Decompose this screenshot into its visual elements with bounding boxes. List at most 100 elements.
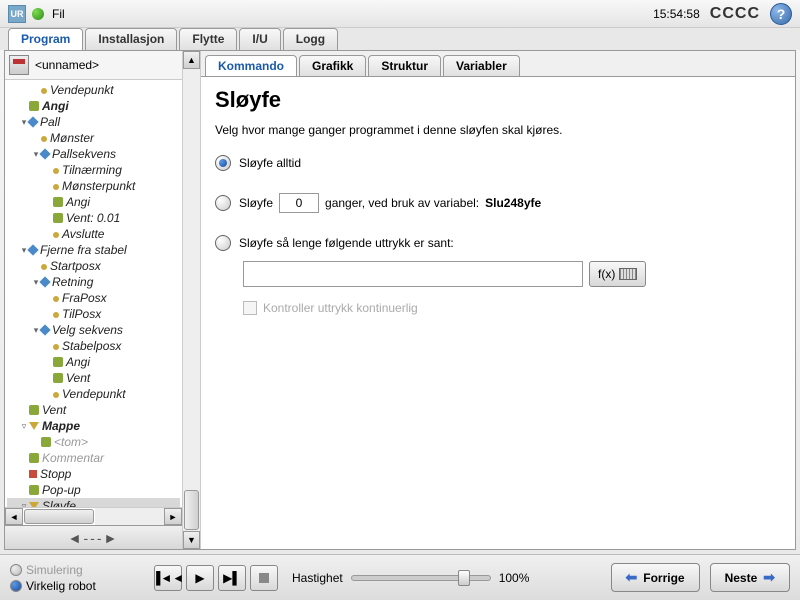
node-icon (53, 184, 59, 190)
tree-node[interactable]: Mønsterpunkt (7, 178, 180, 194)
scroll-left-icon[interactable]: ◄ (5, 508, 23, 525)
tree-node[interactable]: Stopp (7, 466, 180, 482)
expression-input[interactable] (243, 261, 583, 287)
tree-node[interactable]: ▾Retning (7, 274, 180, 290)
tree-node[interactable]: Vendepunkt (7, 82, 180, 98)
subtab-structure[interactable]: Struktur (368, 55, 441, 76)
tree-node[interactable]: Vent (7, 370, 180, 386)
loop-always-row[interactable]: Sløyfe alltid (215, 155, 781, 171)
tree-node[interactable]: ▿Mappe (7, 418, 180, 434)
radio-loop-expr[interactable] (215, 235, 231, 251)
node-label: Vent: 0.01 (66, 211, 120, 225)
node-icon (53, 373, 63, 383)
tree-node[interactable]: ▾Pallsekvens (7, 146, 180, 162)
subtab-command[interactable]: Kommando (205, 55, 297, 76)
tree-nav[interactable]: ◄---► (5, 525, 182, 549)
tree-node[interactable]: Angi (7, 98, 180, 114)
node-icon (29, 405, 39, 415)
tree-node[interactable]: Vendepunkt (7, 386, 180, 402)
scroll-up-icon[interactable]: ▲ (183, 51, 200, 69)
sim-option[interactable]: Simulering (10, 563, 140, 577)
tree-node[interactable]: Stabelposx (7, 338, 180, 354)
slider-handle[interactable] (458, 570, 470, 586)
node-label: Startposx (50, 259, 101, 273)
tree-node[interactable]: Pop-up (7, 482, 180, 498)
next-button[interactable]: Neste➡ (710, 563, 790, 592)
rewind-icon: ▐◄◄ (152, 571, 184, 585)
h-scrollbar[interactable]: ◄ ► (5, 507, 182, 525)
radio-loop-always[interactable] (215, 155, 231, 171)
transport: ▐◄◄ ▶ ▶▌ (154, 565, 278, 591)
node-icon (27, 116, 38, 127)
speed-slider[interactable] (351, 575, 491, 581)
status-dot-icon (32, 8, 44, 20)
tree-node[interactable]: TilPosx (7, 306, 180, 322)
tree-node[interactable]: Tilnærming (7, 162, 180, 178)
tab-program[interactable]: Program (8, 28, 83, 50)
tree-node[interactable]: ▾Pall (7, 114, 180, 130)
tree-node[interactable]: Vent: 0.01 (7, 210, 180, 226)
scroll-thumb-v[interactable] (184, 490, 199, 530)
prev-button[interactable]: ⬅Forrige (611, 563, 700, 592)
node-icon (53, 168, 59, 174)
tree-node[interactable]: Angi (7, 354, 180, 370)
real-option[interactable]: Virkelig robot (10, 579, 140, 593)
tree-node[interactable]: ▾Velg sekvens (7, 322, 180, 338)
tree-node[interactable]: Vent (7, 402, 180, 418)
tree-node[interactable]: ▿Sløyfe (7, 498, 180, 507)
loop-count-input[interactable] (279, 193, 319, 213)
tree-node[interactable]: <tom> (7, 434, 180, 450)
tree-node[interactable]: Startposx (7, 258, 180, 274)
stop-icon (259, 573, 269, 583)
loop-count-pre: Sløyfe (239, 196, 273, 210)
tree-node[interactable]: Angi (7, 194, 180, 210)
speed-label: Hastighet (292, 571, 343, 585)
speed-control: Hastighet 100% (292, 571, 611, 585)
tab-move[interactable]: Flytte (179, 28, 237, 50)
tab-log[interactable]: Logg (283, 28, 338, 50)
tab-io[interactable]: I/U (239, 28, 280, 50)
real-label: Virkelig robot (26, 579, 96, 593)
check-continuous-label: Kontroller uttrykk kontinuerlig (263, 301, 418, 315)
node-label: Angi (42, 99, 69, 113)
node-label: Pallsekvens (52, 147, 116, 161)
app-logo: UR (8, 5, 26, 23)
program-name: <unnamed> (35, 58, 99, 72)
node-label: FraPosx (62, 291, 107, 305)
v-scrollbar[interactable]: ▲ ▼ (183, 51, 201, 549)
scroll-thumb[interactable] (24, 509, 94, 524)
scroll-right-icon[interactable]: ► (164, 508, 182, 525)
node-label: Mønsterpunkt (62, 179, 135, 193)
loop-expr-row[interactable]: Sløyfe så lenge følgende uttrykk er sant… (215, 235, 781, 251)
loop-variable-name: Slu248yfe (485, 196, 541, 210)
play-button[interactable]: ▶ (186, 565, 214, 591)
tree-node[interactable]: Avslutte (7, 226, 180, 242)
tree-node[interactable]: ▾Fjerne fra stabel (7, 242, 180, 258)
tree-node[interactable]: Mønster (7, 130, 180, 146)
subtab-variables[interactable]: Variabler (443, 55, 520, 76)
tab-install[interactable]: Installasjon (85, 28, 177, 50)
disk-icon[interactable] (9, 55, 29, 75)
check-continuous[interactable] (243, 301, 257, 315)
radio-loop-count[interactable] (215, 195, 231, 211)
step-button[interactable]: ▶▌ (218, 565, 246, 591)
program-tree[interactable]: VendepunktAngi▾PallMønster▾PallsekvensTi… (5, 80, 182, 507)
tree-node[interactable]: FraPosx (7, 290, 180, 306)
tree-node[interactable]: Kommentar (7, 450, 180, 466)
stop-button[interactable] (250, 565, 278, 591)
node-label: Velg sekvens (52, 323, 123, 337)
menu-file[interactable]: Fil (52, 7, 65, 21)
node-icon (39, 148, 50, 159)
help-button[interactable]: ? (770, 3, 792, 25)
subtab-graphics[interactable]: Grafikk (299, 55, 366, 76)
rewind-button[interactable]: ▐◄◄ (154, 565, 182, 591)
node-label: Kommentar (42, 451, 104, 465)
node-label: Vent (42, 403, 66, 417)
node-label: Mappe (42, 419, 80, 433)
fx-button[interactable]: f(x) (589, 261, 646, 287)
node-label: TilPosx (62, 307, 101, 321)
loop-count-row[interactable]: Sløyfe ganger, ved bruk av variabel: Slu… (215, 193, 781, 213)
main-tabs: Program Installasjon Flytte I/U Logg (0, 28, 800, 50)
node-icon (39, 276, 50, 287)
scroll-down-icon[interactable]: ▼ (183, 531, 200, 549)
